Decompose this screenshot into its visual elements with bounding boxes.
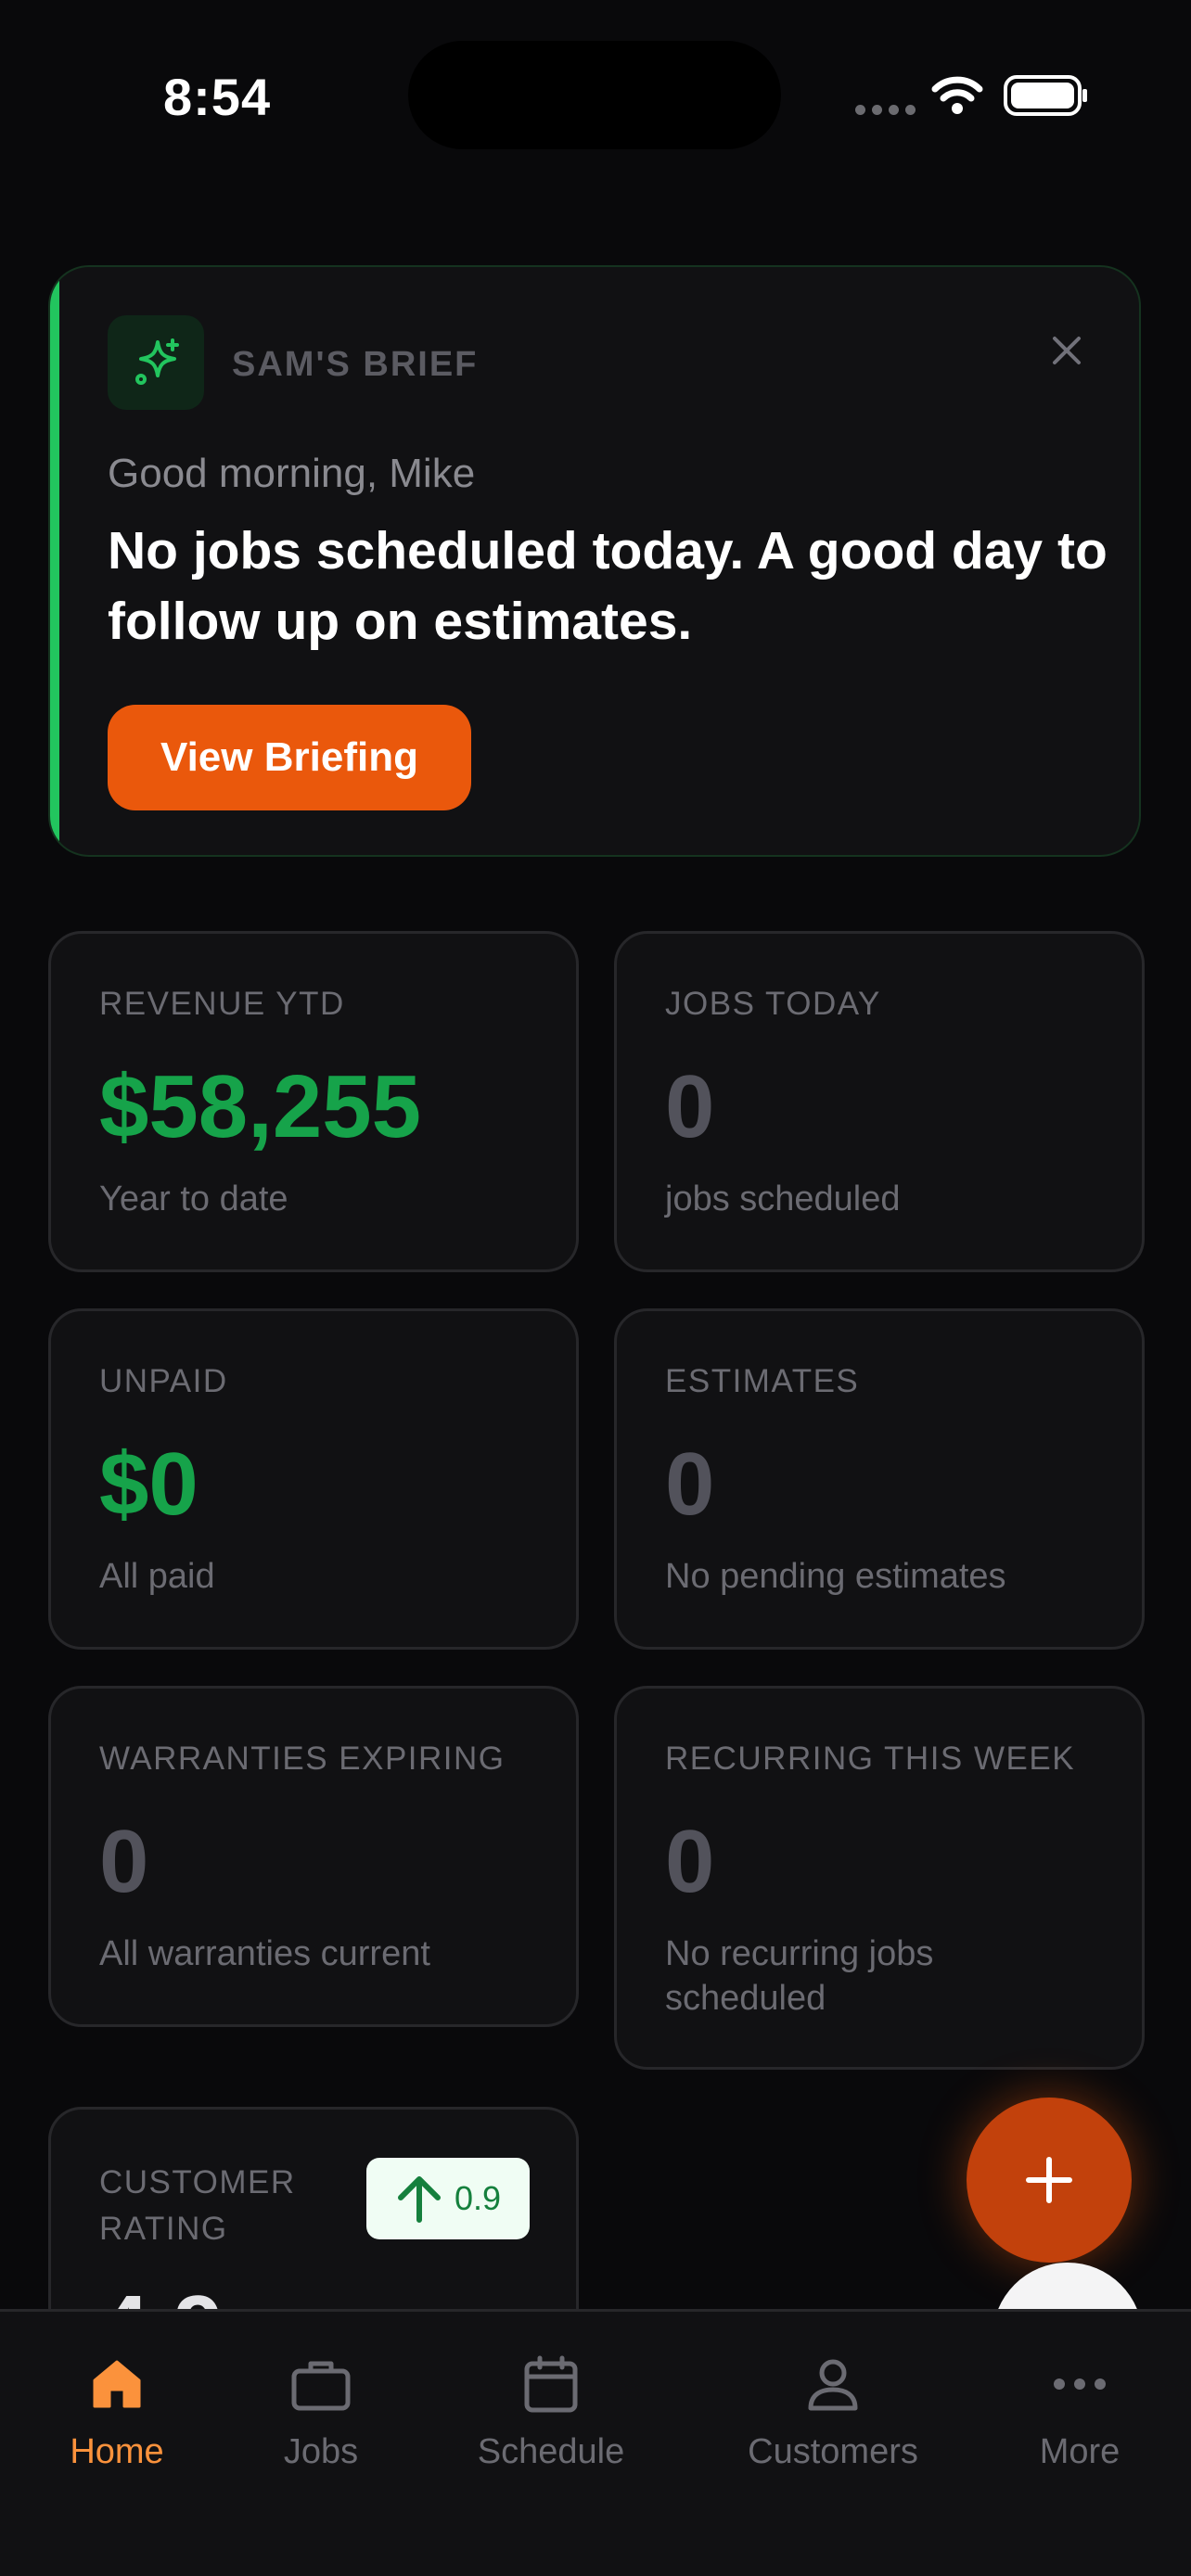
- tab-label: Home: [70, 2432, 164, 2471]
- dynamic-island: [408, 41, 781, 149]
- card-label: UNPAID: [99, 1363, 228, 1399]
- person-icon: [805, 2351, 861, 2417]
- add-button[interactable]: [967, 2098, 1132, 2263]
- card-value: 0: [665, 1057, 715, 1156]
- estimates-card[interactable]: ESTIMATES 0 No pending estimates: [614, 1308, 1145, 1650]
- card-value: 0: [665, 1812, 715, 1911]
- cellular-signal-icon: [855, 105, 916, 115]
- tab-schedule[interactable]: Schedule: [449, 2351, 653, 2472]
- jobs-today-card[interactable]: JOBS TODAY 0 jobs scheduled: [614, 931, 1145, 1272]
- view-briefing-button[interactable]: View Briefing: [108, 705, 471, 810]
- card-subtitle: jobs scheduled: [665, 1180, 901, 1218]
- card-subtitle: All paid: [99, 1557, 215, 1596]
- brief-accent-bar: [50, 267, 59, 855]
- tab-bar: Home Jobs Schedule Customers More: [0, 2309, 1191, 2576]
- card-value: $58,255: [99, 1057, 422, 1156]
- card-subtitle: No recurring jobs scheduled: [665, 1934, 934, 2018]
- close-icon[interactable]: [1043, 326, 1091, 375]
- card-label: JOBS TODAY: [665, 986, 881, 1022]
- brief-greeting: Good morning, Mike: [108, 451, 476, 496]
- recurring-this-week-card[interactable]: RECURRING THIS WEEK 0 No recurring jobs …: [614, 1686, 1145, 2070]
- briefcase-icon: [290, 2351, 352, 2417]
- card-label: ESTIMATES: [665, 1363, 860, 1399]
- brief-title: SAM'S BRIEF: [232, 345, 479, 384]
- rating-trend-value: 0.9: [454, 2179, 502, 2217]
- revenue-ytd-card[interactable]: REVENUE YTD $58,255 Year to date: [48, 931, 579, 1272]
- plus-icon: [1026, 2157, 1072, 2203]
- tab-label: Schedule: [477, 2432, 625, 2471]
- more-icon: [1052, 2351, 1108, 2417]
- arrow-up-icon: [397, 2176, 441, 2223]
- card-label: CUSTOMER RATING: [99, 2164, 296, 2247]
- tab-label: More: [1039, 2432, 1121, 2471]
- battery-icon: [1004, 75, 1087, 116]
- card-label: RECURRING THIS WEEK: [665, 1741, 1076, 1777]
- wifi-icon: [931, 76, 983, 114]
- tab-label: Jobs: [283, 2432, 359, 2471]
- warranties-expiring-card[interactable]: WARRANTIES EXPIRING 0 All warranties cur…: [48, 1686, 579, 2027]
- sams-brief-card: SAM'S BRIEF Good morning, Mike No jobs s…: [48, 265, 1141, 857]
- calendar-icon: [523, 2351, 579, 2417]
- tab-label: Customers: [748, 2432, 918, 2471]
- home-icon: [89, 2351, 145, 2417]
- card-subtitle: All warranties current: [99, 1934, 430, 1973]
- tab-jobs[interactable]: Jobs: [219, 2351, 423, 2472]
- card-value: 0: [99, 1812, 149, 1911]
- unpaid-card[interactable]: UNPAID $0 All paid: [48, 1308, 579, 1650]
- rating-trend-badge: 0.9: [366, 2158, 530, 2239]
- card-value: 0: [665, 1435, 715, 1534]
- status-time: 8:54: [163, 68, 272, 126]
- card-value: $0: [99, 1435, 198, 1534]
- brief-message: No jobs scheduled today. A good day to f…: [108, 521, 1108, 651]
- tab-more[interactable]: More: [978, 2351, 1182, 2472]
- card-subtitle: No pending estimates: [665, 1557, 1006, 1596]
- sparkles-icon: [108, 315, 204, 410]
- status-bar: 8:54: [0, 0, 1191, 185]
- card-label: REVENUE YTD: [99, 986, 345, 1022]
- card-label: WARRANTIES EXPIRING: [99, 1741, 506, 1777]
- tab-customers[interactable]: Customers: [731, 2351, 935, 2472]
- tab-home[interactable]: Home: [15, 2351, 219, 2472]
- card-subtitle: Year to date: [99, 1180, 288, 1218]
